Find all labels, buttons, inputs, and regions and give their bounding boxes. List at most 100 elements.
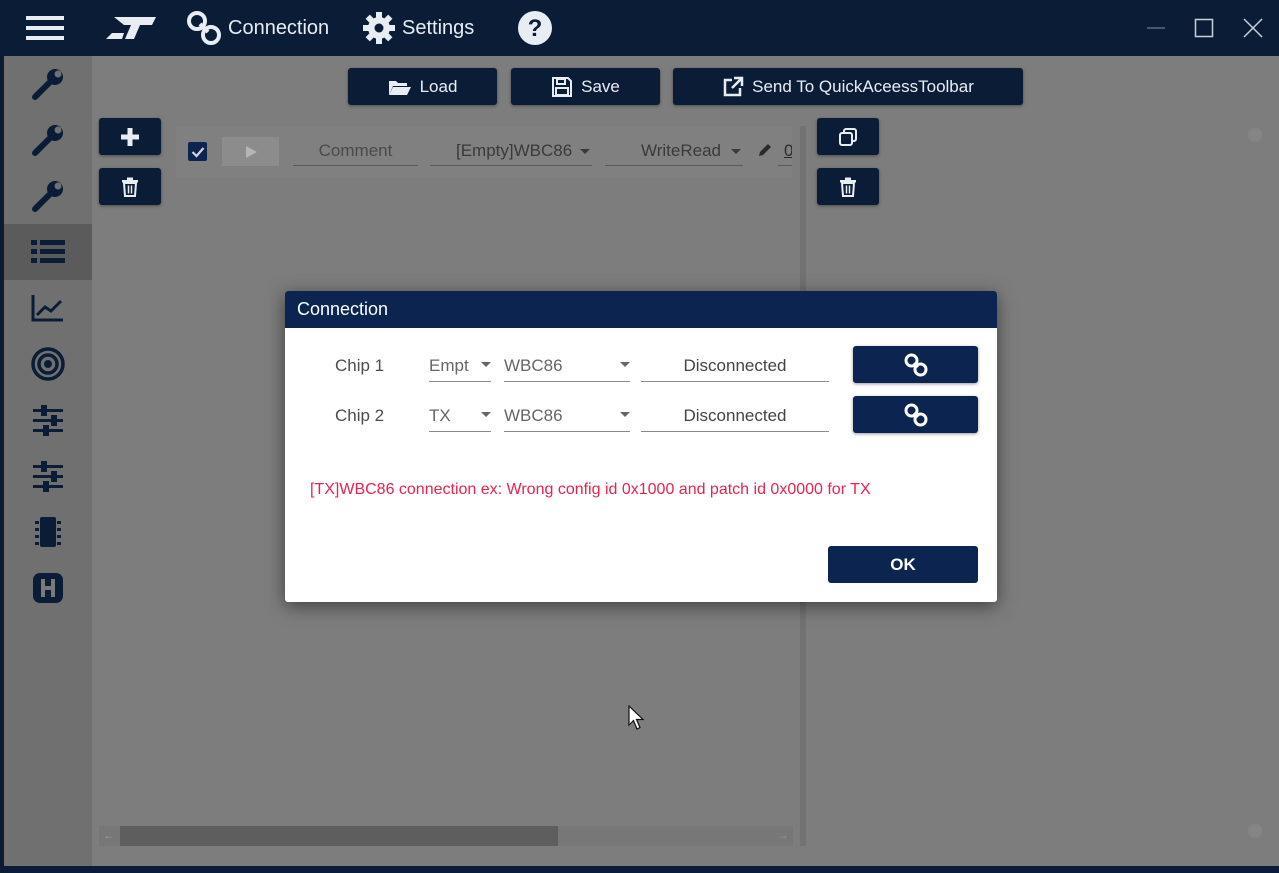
load-button-label: Load	[419, 76, 458, 96]
sidebar-item-sequence[interactable]	[4, 224, 92, 280]
title-bar: Connection Settings ?	[0, 0, 1279, 56]
chip-2-connect-button[interactable]	[853, 396, 978, 433]
scroll-up-indicator[interactable]	[1248, 128, 1262, 142]
delete-row-button[interactable]	[99, 168, 161, 205]
wrench-icon	[32, 125, 63, 156]
connection-dialog: Connection Chip 1 Empt WBC86 Disconnecte…	[285, 291, 997, 602]
sidebar-item-tool-2[interactable]	[4, 112, 92, 168]
value-field-text: 0	[784, 141, 792, 161]
connection-menu-label: Connection	[228, 16, 330, 39]
chip-1-connect-button[interactable]	[853, 346, 978, 383]
copy-button[interactable]	[817, 118, 879, 155]
st-logo-icon	[106, 17, 156, 39]
floppy-disk-icon	[552, 76, 573, 97]
operation-dropdown[interactable]: WriteRead	[605, 137, 743, 166]
send-to-toolbar-button[interactable]: Send To QuickAceessToolbar	[673, 68, 1023, 105]
chip-2-device-dropdown[interactable]: WBC86	[504, 400, 630, 432]
sidebar-item-sliders-1[interactable]	[4, 392, 92, 448]
close-icon	[1243, 18, 1263, 38]
dialog-title: Connection	[297, 299, 389, 319]
sidebar-item-target[interactable]	[4, 336, 92, 392]
sidebar	[4, 56, 92, 866]
sidebar-item-chart[interactable]	[4, 280, 92, 336]
sidebar-item-tool-1[interactable]	[4, 56, 92, 112]
help-icon: ?	[518, 11, 552, 45]
chevron-down-icon	[620, 412, 630, 417]
st-logo	[104, 0, 158, 56]
h-square-icon	[33, 573, 63, 603]
link-icon	[187, 11, 221, 45]
add-row-button[interactable]	[99, 118, 161, 155]
target-dropdown[interactable]: [Empty]WBC86	[430, 137, 592, 166]
send-to-toolbar-label: Send To QuickAceessToolbar	[752, 76, 974, 96]
operation-dropdown-text: WriteRead	[641, 141, 721, 160]
scroll-right-arrow-icon[interactable]: →	[777, 828, 789, 842]
comment-field[interactable]: Comment	[293, 137, 418, 166]
chevron-down-icon	[481, 362, 491, 367]
link-icon	[904, 403, 927, 426]
sidebar-item-sliders-2[interactable]	[4, 448, 92, 504]
minimize-icon	[1147, 27, 1165, 29]
status-bar	[0, 866, 1279, 873]
chip-2-status-text: Disconnected	[683, 405, 787, 425]
edit-icon[interactable]	[757, 142, 773, 163]
settings-menu-label: Settings	[402, 16, 475, 39]
chip-2-mode-dropdown[interactable]: TX	[429, 400, 491, 432]
comment-field-text: Comment	[318, 141, 393, 160]
hamburger-menu-button[interactable]	[26, 0, 64, 56]
chip-1-device-text: WBC86	[504, 355, 563, 375]
copy-icon	[839, 127, 857, 146]
trash-icon	[122, 177, 138, 197]
scroll-left-arrow-icon[interactable]: ←	[103, 828, 115, 842]
chevron-down-icon	[481, 412, 491, 417]
chip-2-label: Chip 2	[335, 406, 385, 425]
hamburger-icon	[26, 16, 64, 40]
checkmark-icon	[191, 146, 204, 158]
row-checkbox[interactable]	[188, 142, 207, 161]
sliders-icon	[33, 405, 63, 436]
load-button[interactable]: Load	[348, 68, 497, 105]
value-field[interactable]: 0	[778, 137, 792, 166]
close-button[interactable]	[1243, 0, 1263, 56]
chip-1-mode-text: Empt	[429, 355, 469, 375]
settings-menu-button[interactable]: Settings	[362, 0, 474, 56]
sidebar-item-h[interactable]	[4, 560, 92, 616]
scroll-down-indicator[interactable]	[1248, 824, 1262, 838]
chip-1-status-text: Disconnected	[683, 355, 787, 375]
connection-menu-button[interactable]: Connection	[186, 0, 329, 56]
run-row-button[interactable]	[222, 137, 279, 166]
link-icon	[904, 353, 927, 376]
play-icon	[245, 145, 257, 158]
sidebar-item-tool-3[interactable]	[4, 168, 92, 224]
plus-icon	[121, 127, 139, 146]
chip-2-status: Disconnected	[641, 400, 829, 432]
folder-open-icon	[388, 80, 411, 95]
gear-icon	[363, 12, 395, 44]
dialog-header: Connection	[285, 291, 997, 328]
chart-line-icon	[31, 295, 63, 322]
list-icon	[31, 240, 65, 263]
help-button[interactable]: ?	[517, 0, 553, 56]
ok-button[interactable]: OK	[828, 546, 978, 583]
minimize-button[interactable]	[1146, 0, 1166, 56]
target-dropdown-text: [Empty]WBC86	[456, 141, 573, 160]
chip-1-status: Disconnected	[641, 350, 829, 382]
chip-1-device-dropdown[interactable]: WBC86	[504, 350, 630, 382]
delete-button[interactable]	[817, 168, 879, 205]
save-button-label: Save	[581, 76, 620, 96]
save-button[interactable]: Save	[511, 68, 660, 105]
chip-1-mode-dropdown[interactable]: Empt	[429, 350, 491, 382]
chip-icon	[35, 517, 61, 547]
chevron-down-icon	[580, 149, 590, 154]
sliders-icon	[33, 461, 63, 492]
maximize-button[interactable]	[1194, 0, 1214, 56]
chevron-down-icon	[731, 149, 741, 154]
target-icon	[31, 347, 65, 381]
wrench-icon	[32, 181, 63, 212]
external-link-icon	[723, 76, 744, 96]
error-message: [TX]WBC86 connection ex: Wrong config id…	[310, 481, 871, 498]
sidebar-item-chip[interactable]	[4, 504, 92, 560]
svg-text:?: ?	[528, 15, 543, 42]
chip-2-mode-text: TX	[429, 405, 451, 425]
horizontal-scrollbar-thumb[interactable]	[120, 826, 558, 846]
